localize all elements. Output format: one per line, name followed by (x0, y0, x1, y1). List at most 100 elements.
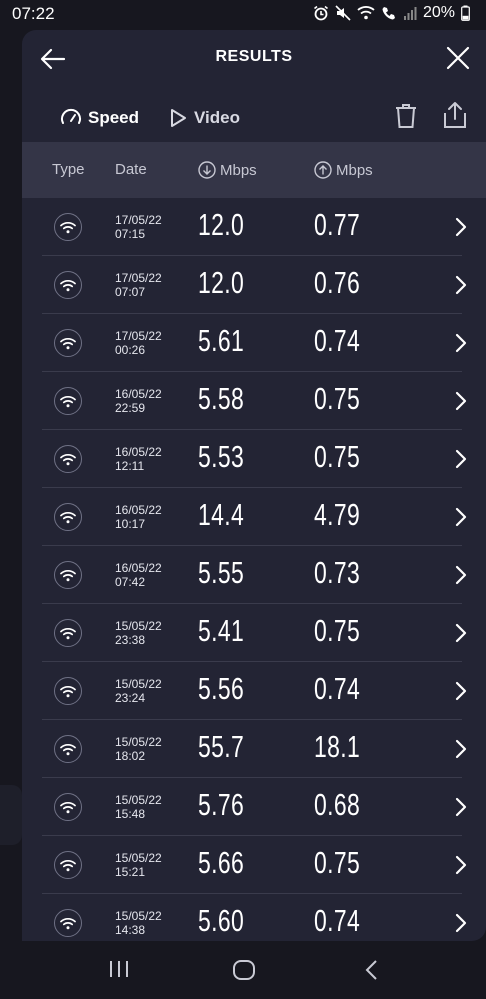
mute-icon (335, 5, 351, 21)
column-type: Type (52, 161, 85, 178)
table-row[interactable]: 15/05/22 23:38 5.41 0.75 (22, 604, 486, 662)
row-time: 15:21 (115, 865, 146, 879)
table-row[interactable]: 16/05/22 10:17 14.4 4.79 (22, 488, 486, 546)
wifi-calling-icon (382, 7, 395, 20)
download-speed: 5.76 (198, 787, 245, 822)
table-row[interactable]: 17/05/22 07:15 12.0 0.77 (22, 198, 486, 256)
wifi-icon (60, 453, 76, 465)
chevron-right-icon (455, 217, 467, 237)
upload-speed: 0.74 (314, 903, 361, 938)
row-date: 17/05/22 (115, 329, 162, 343)
page-title: RESULTS (215, 48, 293, 65)
row-datetime: 15/05/22 23:38 (115, 619, 162, 647)
download-speed: 55.7 (198, 729, 245, 764)
wifi-icon (60, 279, 76, 291)
nav-back-icon[interactable] (364, 959, 380, 981)
table-row[interactable]: 17/05/22 07:07 12.0 0.76 (22, 256, 486, 314)
download-speed: 5.56 (198, 671, 245, 706)
connection-type-badge (54, 329, 82, 357)
upload-speed: 0.75 (314, 613, 361, 648)
upload-speed: 0.75 (314, 845, 361, 880)
upload-speed: 0.74 (314, 323, 361, 358)
row-time: 12:11 (115, 459, 145, 473)
column-download: Mbps (198, 161, 257, 179)
alarm-icon (313, 5, 328, 21)
row-time: 15:48 (115, 807, 146, 821)
upload-arrow-icon (314, 161, 332, 179)
row-time: 07:15 (115, 227, 146, 241)
results-panel: RESULTS Speed Video Type Date Mbps Mbps … (22, 30, 486, 941)
download-arrow-icon (198, 161, 216, 179)
upload-speed: 0.75 (314, 439, 361, 474)
chevron-right-icon (455, 855, 467, 875)
speedometer-icon (61, 108, 81, 124)
battery-icon (461, 5, 470, 21)
chevron-right-icon (455, 391, 467, 411)
share-icon[interactable] (442, 100, 468, 130)
connection-type-badge (54, 503, 82, 531)
wifi-icon (60, 801, 76, 813)
tab-video[interactable]: Video (168, 100, 240, 136)
tab-speed[interactable]: Speed (60, 100, 139, 136)
table-row[interactable]: 15/05/22 15:21 5.66 0.75 (22, 836, 486, 894)
background-card (0, 785, 22, 845)
table-row[interactable]: 16/05/22 12:11 5.53 0.75 (22, 430, 486, 488)
row-date: 17/05/22 (115, 213, 162, 227)
connection-type-badge (54, 677, 82, 705)
chevron-right-icon (455, 913, 467, 933)
row-datetime: 17/05/22 07:07 (115, 271, 162, 299)
connection-type-badge (54, 271, 82, 299)
row-datetime: 16/05/22 07:42 (115, 561, 162, 589)
table-row[interactable]: 16/05/22 22:59 5.58 0.75 (22, 372, 486, 430)
wifi-icon (60, 917, 76, 929)
wifi-icon (60, 685, 76, 697)
upload-speed: 0.76 (314, 265, 361, 300)
download-speed: 12.0 (198, 265, 245, 300)
recent-apps-icon[interactable] (108, 959, 130, 979)
upload-speed: 0.68 (314, 787, 361, 822)
table-row[interactable]: 17/05/22 00:26 5.61 0.74 (22, 314, 486, 372)
connection-type-badge (54, 619, 82, 647)
table-header: Type Date Mbps Mbps (22, 142, 486, 198)
row-datetime: 16/05/22 10:17 (115, 503, 162, 531)
row-time: 23:24 (115, 691, 146, 705)
upload-speed: 0.74 (314, 671, 361, 706)
table-row[interactable]: 15/05/22 23:24 5.56 0.74 (22, 662, 486, 720)
row-date: 16/05/22 (115, 503, 162, 517)
status-time: 07:22 (12, 4, 55, 23)
wifi-icon (60, 859, 76, 871)
download-speed: 5.58 (198, 381, 245, 416)
close-icon[interactable] (444, 44, 472, 72)
row-date: 15/05/22 (115, 851, 162, 865)
row-time: 10:17 (115, 517, 146, 531)
trash-icon[interactable] (394, 102, 418, 130)
chevron-right-icon (455, 275, 467, 295)
home-icon[interactable] (232, 959, 256, 981)
table-row[interactable]: 16/05/22 07:42 5.55 0.73 (22, 546, 486, 604)
row-time: 00:26 (115, 343, 146, 357)
row-date: 15/05/22 (115, 677, 162, 691)
play-icon (171, 109, 186, 127)
chevron-right-icon (455, 333, 467, 353)
row-time: 23:38 (115, 633, 146, 647)
row-time: 07:07 (115, 285, 146, 299)
column-upload-label: Mbps (336, 161, 373, 179)
chevron-right-icon (455, 507, 467, 527)
row-date: 16/05/22 (115, 445, 162, 459)
chevron-right-icon (455, 623, 467, 643)
table-row[interactable]: 15/05/22 15:48 5.76 0.68 (22, 778, 486, 836)
column-date: Date (115, 161, 147, 178)
connection-type-badge (54, 851, 82, 879)
connection-type-badge (54, 213, 82, 241)
status-bar: 07:22 20% (0, 0, 486, 30)
table-row[interactable]: 15/05/22 14:38 5.60 0.74 (22, 894, 486, 941)
connection-type-badge (54, 793, 82, 821)
table-row[interactable]: 15/05/22 18:02 55.7 18.1 (22, 720, 486, 778)
column-download-label: Mbps (220, 161, 257, 179)
row-datetime: 16/05/22 12:11 (115, 445, 162, 473)
tab-video-label: Video (194, 108, 240, 127)
row-datetime: 16/05/22 22:59 (115, 387, 162, 415)
row-date: 16/05/22 (115, 561, 162, 575)
row-date: 15/05/22 (115, 793, 162, 807)
signal-icon (403, 7, 417, 20)
